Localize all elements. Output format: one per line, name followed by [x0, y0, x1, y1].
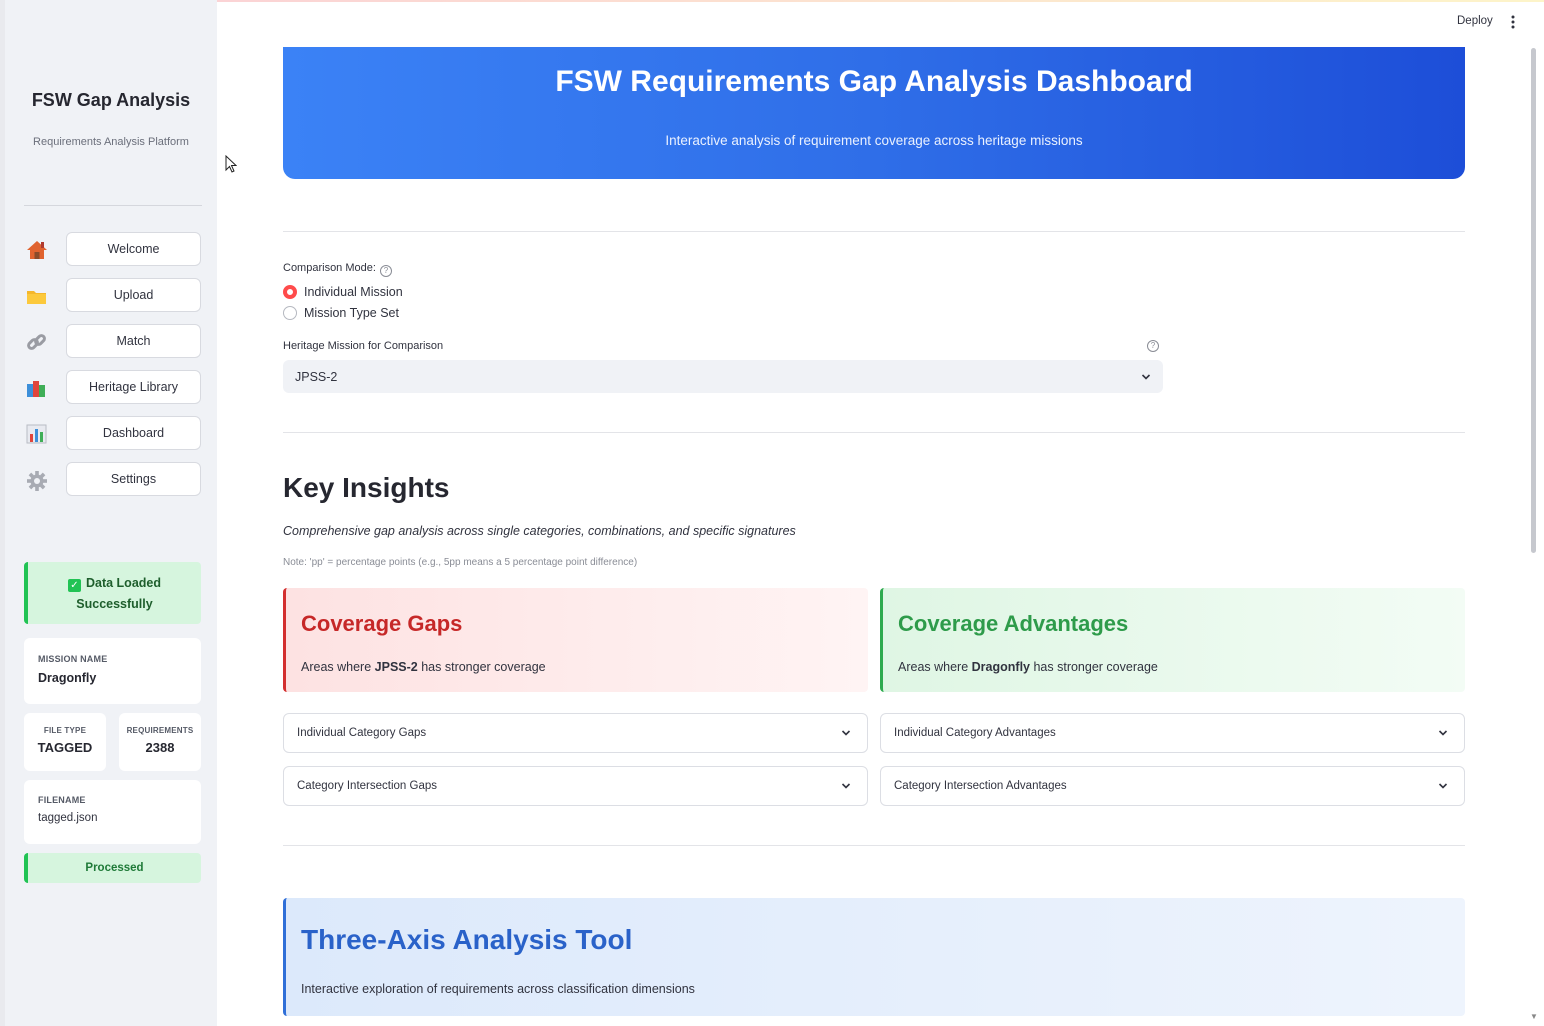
expander-label: Category Intersection Gaps	[297, 780, 437, 792]
text-fragment: has stronger coverage	[1030, 660, 1158, 674]
bar-chart-icon	[24, 422, 52, 446]
nav-item-match: Match	[24, 324, 202, 358]
file-type-value: TAGGED	[37, 740, 93, 755]
radio-label: Mission Type Set	[304, 306, 399, 320]
sidebar-subtitle: Requirements Analysis Platform	[33, 136, 189, 148]
mission-name-value: Dragonfly	[38, 671, 97, 685]
coverage-gaps-title: Coverage Gaps	[301, 611, 463, 636]
divider	[283, 231, 1465, 232]
divider	[283, 845, 1465, 846]
folder-icon	[24, 284, 52, 308]
sidebar-divider	[24, 205, 202, 206]
comparison-mode-label-text: Comparison Mode:	[283, 262, 376, 274]
heritage-mission-select[interactable]: JPSS-2	[283, 360, 1163, 393]
nav-item-welcome: Welcome	[24, 232, 202, 266]
help-icon[interactable]: ?	[379, 265, 392, 277]
scrollbar-thumb[interactable]	[1531, 48, 1536, 553]
coverage-advantages-title: Coverage Advantages	[898, 611, 1129, 636]
text-fragment: has stronger coverage	[417, 660, 546, 674]
heritage-mission-value: JPSS-2	[295, 369, 338, 384]
filename-label: FILENAME	[38, 795, 86, 805]
text-fragment: Areas where	[301, 660, 375, 674]
mission-name-label: MISSION NAME	[38, 654, 108, 664]
nav-item-dashboard: Dashboard	[24, 416, 202, 450]
radio-unselected-icon[interactable]	[283, 306, 297, 320]
more-options-icon[interactable]	[1507, 13, 1519, 31]
check-icon: ✓	[67, 579, 81, 592]
three-axis-tool-panel: Three-Axis Analysis Tool Interactive exp…	[283, 898, 1465, 1016]
help-icon[interactable]: ?	[1147, 340, 1159, 352]
coverage-advantages-panel: Coverage Advantages Areas where Dragonfl…	[880, 588, 1465, 692]
welcome-button[interactable]: Welcome	[66, 232, 201, 266]
books-icon	[24, 376, 52, 400]
nav-item-upload: Upload	[24, 278, 202, 312]
key-insights-note: Note: 'pp' = percentage points (e.g., 5p…	[283, 557, 638, 568]
mission-name: JPSS-2	[374, 660, 418, 674]
top-decoration-bar	[217, 0, 1544, 2]
three-axis-tool-title: Three-Axis Analysis Tool	[301, 924, 633, 955]
chevron-down-icon	[1438, 783, 1448, 789]
key-insights-heading: Key Insights	[283, 472, 450, 503]
status-line-1: Data Loaded	[85, 576, 161, 590]
mouse-cursor-icon	[225, 155, 237, 173]
coverage-gaps-panel: Coverage Gaps Areas where JPSS-2 has str…	[283, 588, 868, 692]
page-title: FSW Requirements Gap Analysis Dashboard	[555, 65, 1193, 98]
coverage-gaps-text: Areas where JPSS-2 has stronger coverage	[301, 660, 546, 674]
sidebar: FSW Gap Analysis Requirements Analysis P…	[5, 0, 217, 1026]
radio-mission-type-set[interactable]: Mission Type Set	[283, 306, 399, 320]
match-button[interactable]: Match	[66, 324, 201, 358]
requirements-label: REQUIREMENTS	[126, 726, 194, 735]
mission-name-card: MISSION NAME Dragonfly	[24, 638, 201, 704]
comparison-mode-label: Comparison Mode:?	[283, 262, 392, 277]
requirements-value: 2388	[145, 740, 175, 755]
chevron-down-icon	[1141, 374, 1151, 380]
chevron-down-icon	[1438, 730, 1448, 736]
file-type-card: FILE TYPE TAGGED	[24, 713, 106, 771]
sidebar-title: FSW Gap Analysis	[31, 90, 191, 110]
link-icon	[24, 330, 52, 354]
nav-item-settings: Settings	[24, 462, 202, 496]
hero-banner: FSW Requirements Gap Analysis Dashboard …	[283, 47, 1465, 179]
heritage-mission-label: Heritage Mission for Comparison	[283, 340, 444, 352]
text-fragment: Areas where	[898, 660, 972, 674]
expander-category-intersection-advantages[interactable]: Category Intersection Advantages	[880, 766, 1465, 806]
filename-value: tagged.json	[38, 812, 98, 824]
coverage-advantages-text: Areas where Dragonfly has stronger cover…	[898, 660, 1158, 674]
deploy-button[interactable]: Deploy	[1457, 15, 1493, 27]
radio-label: Individual Mission	[304, 285, 403, 299]
key-insights-description: Comprehensive gap analysis across single…	[283, 524, 796, 538]
heritage-library-button[interactable]: Heritage Library	[66, 370, 201, 404]
mission-name: Dragonfly	[971, 660, 1030, 674]
processed-status: Processed	[24, 853, 201, 883]
filename-card: FILENAME tagged.json	[24, 780, 201, 844]
scroll-down-arrow-icon[interactable]: ▼	[1530, 1012, 1538, 1021]
page-subtitle: Interactive analysis of requirement cove…	[665, 133, 1083, 148]
gear-icon	[24, 468, 52, 492]
file-type-label: FILE TYPE	[43, 726, 87, 735]
chevron-down-icon	[841, 783, 851, 789]
three-axis-tool-subtitle: Interactive exploration of requirements …	[301, 982, 695, 996]
dashboard-button[interactable]: Dashboard	[66, 416, 201, 450]
settings-button[interactable]: Settings	[66, 462, 201, 496]
data-loaded-status: ✓ Data Loaded Successfully	[24, 562, 201, 624]
nav-item-heritage-library: Heritage Library	[24, 370, 202, 404]
status-line-2: Successfully	[76, 597, 153, 611]
radio-selected-icon[interactable]	[283, 285, 297, 299]
requirements-card: REQUIREMENTS 2388	[119, 713, 201, 771]
expander-label: Individual Category Advantages	[894, 727, 1056, 739]
expander-individual-category-advantages[interactable]: Individual Category Advantages	[880, 713, 1465, 753]
expander-category-intersection-gaps[interactable]: Category Intersection Gaps	[283, 766, 868, 806]
expander-individual-category-gaps[interactable]: Individual Category Gaps	[283, 713, 868, 753]
expander-label: Individual Category Gaps	[297, 727, 427, 739]
expander-label: Category Intersection Advantages	[894, 780, 1067, 792]
chevron-down-icon	[841, 730, 851, 736]
house-icon	[24, 238, 52, 262]
radio-individual-mission[interactable]: Individual Mission	[283, 285, 403, 299]
divider	[283, 432, 1465, 433]
upload-button[interactable]: Upload	[66, 278, 201, 312]
